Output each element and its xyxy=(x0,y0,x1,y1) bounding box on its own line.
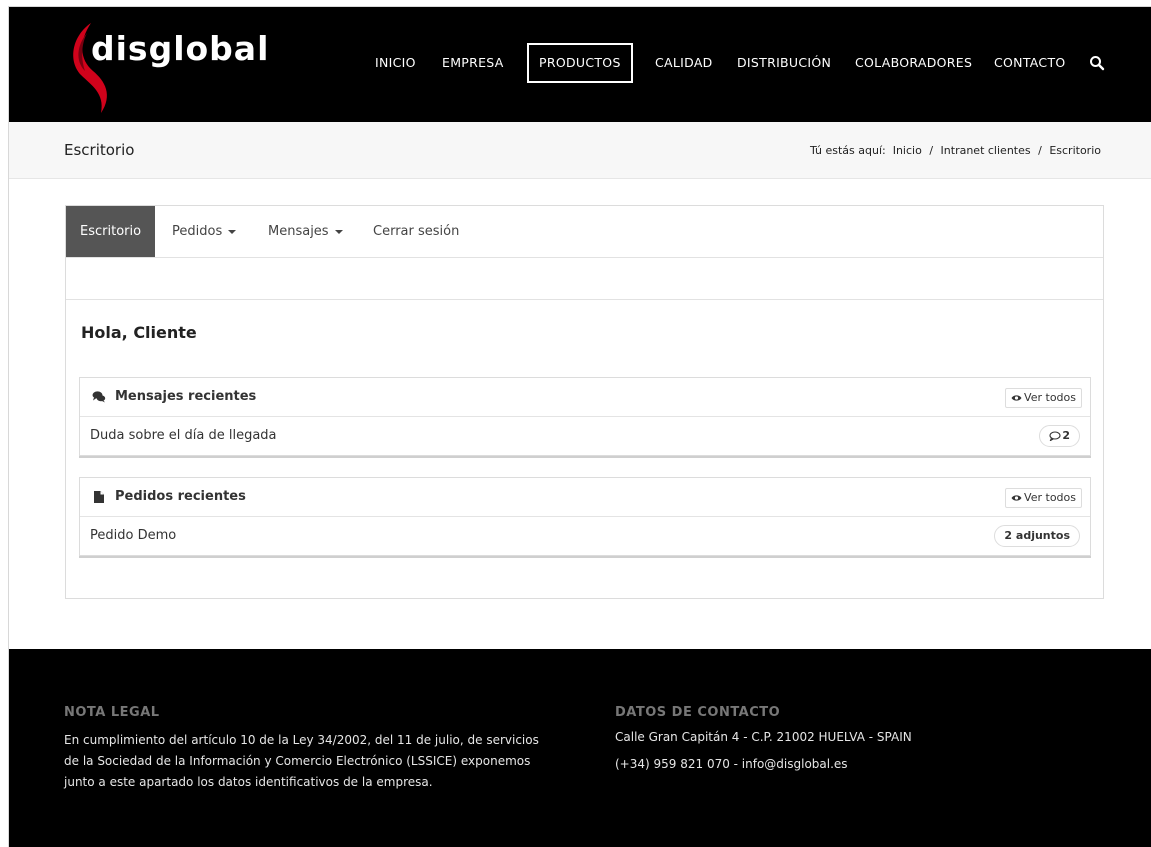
legal-line: junto a este apartado los datos identifi… xyxy=(64,775,433,789)
view-all-messages-button[interactable]: Ver todos xyxy=(1005,388,1082,408)
nav-productos[interactable]: PRODUCTOS xyxy=(527,43,633,83)
comments-icon xyxy=(92,391,106,403)
breadcrumb-prefix: Tú estás aquí: xyxy=(809,144,886,157)
contact-address: Calle Gran Capitán 4 - C.P. 21002 HUELVA… xyxy=(615,730,912,744)
nav-empresa[interactable]: EMPRESA xyxy=(442,43,504,83)
page-frame: disglobal INICIO EMPRESA PRODUCTOS CALID… xyxy=(8,6,1151,847)
greeting: Hola, Cliente xyxy=(81,323,197,342)
legal-text: En cumplimiento del artículo 10 de la Le… xyxy=(64,730,564,793)
order-name: Pedido Demo xyxy=(90,528,177,543)
recent-messages-header: Mensajes recientes Ver todos xyxy=(80,378,1090,417)
message-row[interactable]: Duda sobre el día de llegada 2 xyxy=(80,417,1090,455)
recent-orders-header: Pedidos recientes Ver todos xyxy=(80,478,1090,517)
tab-escritorio[interactable]: Escritorio xyxy=(66,206,156,257)
breadcrumb-separator: / xyxy=(1038,144,1042,157)
contact-phone-email[interactable]: (+34) 959 821 070 - info@disglobal.es xyxy=(615,757,1035,771)
order-attachments-badge: 2 adjuntos xyxy=(994,525,1080,547)
footer-contact: DATOS DE CONTACTO Calle Gran Capitán 4 -… xyxy=(615,705,1035,784)
legal-line: de la Sociedad de la Información y Comer… xyxy=(64,754,531,768)
caret-down-icon xyxy=(334,229,343,234)
page-title-bar: Escritorio Tú estás aquí: Inicio / Intra… xyxy=(9,122,1151,179)
caret-down-icon xyxy=(228,229,237,234)
tab-mensajes[interactable]: Mensajes xyxy=(268,206,343,257)
file-icon xyxy=(94,491,104,503)
breadcrumb-link-intranet[interactable]: Intranet clientes xyxy=(941,144,1031,157)
nav-inicio[interactable]: INICIO xyxy=(375,43,416,83)
comment-icon xyxy=(1049,431,1061,442)
view-all-messages-label: Ver todos xyxy=(1024,391,1076,404)
site-footer: NOTA LEGAL En cumplimiento del artículo … xyxy=(9,649,1151,847)
search-icon[interactable] xyxy=(1089,55,1105,71)
contact-heading: DATOS DE CONTACTO xyxy=(615,705,781,720)
breadcrumb: Tú estás aquí: Inicio / Intranet cliente… xyxy=(810,144,1101,157)
tab-pedidos[interactable]: Pedidos xyxy=(172,206,237,257)
order-row[interactable]: Pedido Demo 2 adjuntos xyxy=(80,517,1090,555)
main-nav: INICIO EMPRESA PRODUCTOS CALIDAD DISTRIB… xyxy=(9,43,1151,83)
recent-orders-box: Pedidos recientes Ver todos Pedido Demo … xyxy=(79,477,1091,556)
dashboard-panel: Escritorio Pedidos Mensajes Cerrar sesió… xyxy=(65,205,1104,599)
breadcrumb-current: Escritorio xyxy=(1049,144,1101,157)
view-all-orders-label: Ver todos xyxy=(1024,491,1076,504)
breadcrumb-separator: / xyxy=(929,144,934,157)
dashboard-subbar xyxy=(66,258,1103,300)
eye-icon xyxy=(1011,395,1022,401)
tab-mensajes-label: Mensajes xyxy=(268,224,329,239)
eye-icon xyxy=(1011,495,1022,501)
recent-messages-box: Mensajes recientes Ver todos Duda sobre … xyxy=(79,377,1091,456)
legal-heading: NOTA LEGAL xyxy=(64,705,160,720)
recent-orders-title: Pedidos recientes xyxy=(115,489,246,504)
nav-calidad[interactable]: CALIDAD xyxy=(655,43,713,83)
nav-colaboradores[interactable]: COLABORADORES xyxy=(855,43,972,83)
page-title: Escritorio xyxy=(64,141,135,159)
breadcrumb-link-inicio[interactable]: Inicio xyxy=(893,144,922,157)
tab-cerrar-sesion[interactable]: Cerrar sesión xyxy=(373,206,459,257)
nav-contacto[interactable]: CONTACTO xyxy=(994,43,1066,83)
footer-legal: NOTA LEGAL En cumplimiento del artículo … xyxy=(64,705,564,793)
message-reply-count-badge: 2 xyxy=(1039,425,1080,447)
nav-distribucion[interactable]: DISTRIBUCIÓN xyxy=(737,43,831,83)
view-all-orders-button[interactable]: Ver todos xyxy=(1005,488,1082,508)
legal-line: En cumplimiento del artículo 10 de la Le… xyxy=(64,733,539,747)
recent-messages-title: Mensajes recientes xyxy=(115,389,257,404)
site-header: disglobal INICIO EMPRESA PRODUCTOS CALID… xyxy=(9,7,1151,122)
message-subject: Duda sobre el día de llegada xyxy=(90,428,277,443)
dashboard-tabs: Escritorio Pedidos Mensajes Cerrar sesió… xyxy=(66,206,1103,258)
tab-pedidos-label: Pedidos xyxy=(172,224,223,239)
message-reply-count: 2 xyxy=(1062,429,1070,442)
